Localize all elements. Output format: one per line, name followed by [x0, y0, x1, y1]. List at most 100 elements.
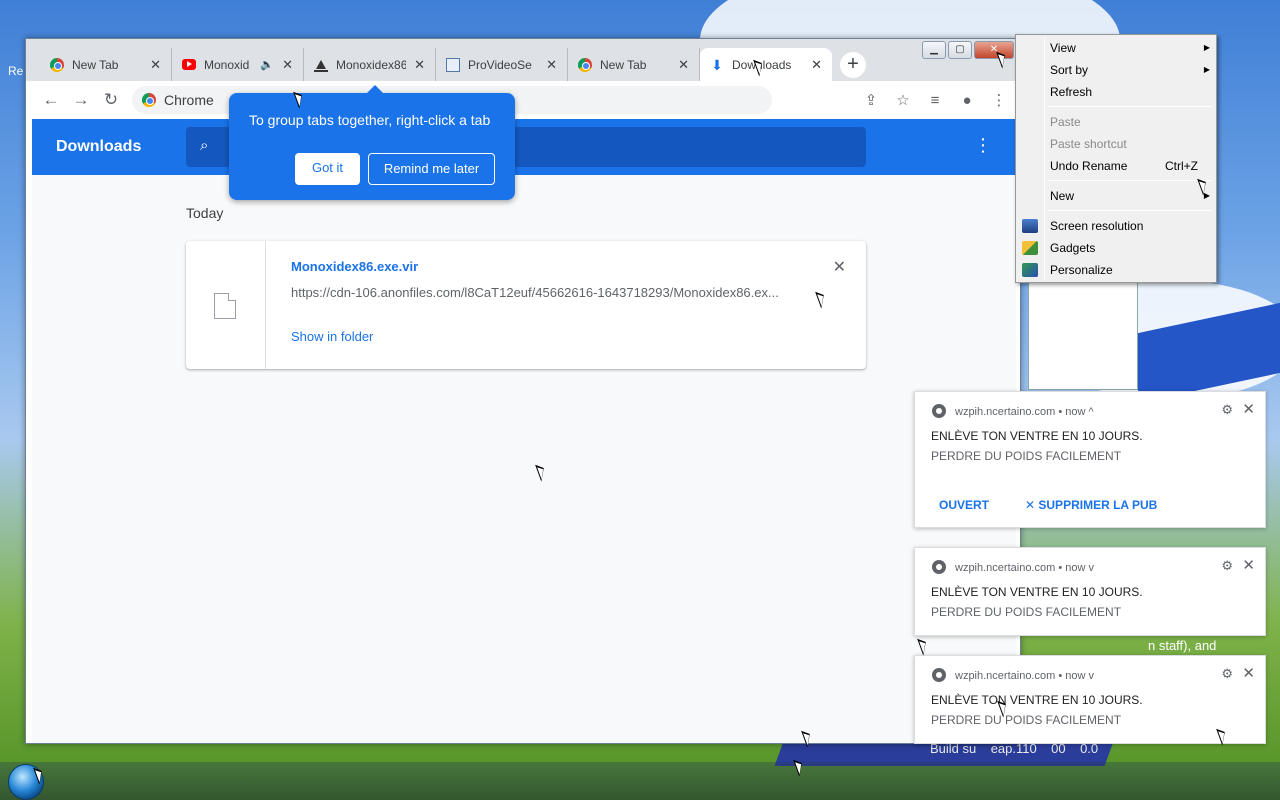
gear-icon[interactable]: ⚙: [1221, 666, 1233, 682]
chrome-icon: [50, 57, 64, 72]
share-icon[interactable]: ⇪: [858, 91, 884, 109]
youtube-icon: [182, 59, 196, 70]
tab-label: New Tab: [72, 57, 119, 72]
action-label: SUPPRIMER LA PUB: [1038, 498, 1158, 512]
notification-time: now: [1065, 562, 1086, 574]
notification-body: PERDRE DU POIDS FACILEMENT: [931, 449, 1122, 463]
taskbar: [0, 762, 1280, 800]
menu-item-view[interactable]: View ▶: [1050, 38, 1210, 58]
download-url: https://cdn-106.anonfiles.com/l8CaT12euf…: [291, 285, 779, 300]
close-tab-icon[interactable]: ✕: [414, 57, 425, 73]
shortcut-label: Ctrl+Z: [1165, 159, 1198, 173]
menu-item-paste[interactable]: Paste: [1050, 112, 1210, 132]
notification-card[interactable]: wzpih.ncertaino.com • now v ⚙ ✕ ENLÈVE T…: [914, 655, 1266, 744]
menu-item-label: Sort by: [1050, 63, 1089, 77]
tab-monoxidex86[interactable]: Monoxidex86 ✕: [304, 48, 436, 81]
origin-text: wzpih.ncertaino.com: [955, 406, 1056, 418]
menu-item-refresh[interactable]: Refresh: [1050, 82, 1210, 102]
gear-icon[interactable]: ⚙: [1221, 558, 1233, 574]
tab-label: Downloads: [732, 57, 792, 72]
notification-origin: wzpih.ncertaino.com • now v: [955, 670, 1094, 682]
notification-card[interactable]: wzpih.ncertaino.com • now v ⚙ ✕ ENLÈVE T…: [914, 547, 1266, 636]
notification-title: ENLÈVE TON VENTRE EN 10 JOURS.: [931, 693, 1143, 707]
notification-time: now: [1065, 406, 1086, 418]
desktop-icon-label[interactable]: Re: [8, 64, 23, 78]
close-tab-icon[interactable]: ✕: [678, 57, 689, 73]
gadgets-icon: [1022, 241, 1038, 255]
new-tab-button[interactable]: +: [840, 52, 866, 78]
personalize-icon: [1022, 263, 1038, 277]
reading-list-icon[interactable]: ≡: [922, 92, 948, 109]
menu-item-label: Refresh: [1050, 85, 1093, 99]
notification-title: ENLÈVE TON VENTRE EN 10 JOURS.: [931, 429, 1143, 443]
back-icon[interactable]: ←: [36, 90, 66, 110]
expand-caret-icon[interactable]: v: [1089, 562, 1095, 574]
close-window-button[interactable]: ✕: [974, 41, 1014, 59]
notification-origin: wzpih.ncertaino.com • now v: [955, 562, 1094, 574]
remove-ad-button[interactable]: ✕ SUPPRIMER LA PUB: [1025, 498, 1157, 512]
close-tab-icon[interactable]: ✕: [546, 57, 557, 73]
profile-icon[interactable]: ●: [954, 92, 980, 109]
notification-origin: wzpih.ncertaino.com • now ^: [955, 406, 1094, 418]
menu-item-sort-by[interactable]: Sort by ▶: [1050, 60, 1210, 80]
tab-monoxid-youtube[interactable]: Monoxid 🔈 ✕: [172, 48, 304, 81]
close-icon: ✕: [1025, 498, 1039, 512]
menu-item-personalize[interactable]: Personalize: [1050, 260, 1210, 280]
title-bar: New Tab ✕ Monoxid 🔈 ✕ Monoxidex86 ✕ ProV…: [26, 39, 1020, 81]
tab-label: New Tab: [600, 57, 647, 72]
close-icon[interactable]: ✕: [1242, 400, 1255, 418]
close-tab-icon[interactable]: ✕: [150, 57, 161, 73]
file-icon: [214, 293, 236, 319]
close-icon[interactable]: ✕: [1242, 664, 1255, 682]
chrome-icon: [578, 57, 592, 72]
tab-downloads[interactable]: ⬇ Downloads ✕: [700, 48, 832, 81]
speaker-icon[interactable]: 🔈: [260, 58, 274, 71]
forward-icon[interactable]: →: [66, 90, 96, 110]
menu-icon[interactable]: ⋮: [986, 91, 1012, 109]
chrome-icon: [932, 560, 946, 574]
menu-item-paste-shortcut[interactable]: Paste shortcut: [1050, 134, 1210, 154]
tab-provideosearch[interactable]: ProVideoSe ✕: [436, 48, 568, 81]
close-tab-icon[interactable]: ✕: [282, 57, 293, 73]
chrome-window: New Tab ✕ Monoxid 🔈 ✕ Monoxidex86 ✕ ProV…: [25, 38, 1021, 744]
remind-later-button[interactable]: Remind me later: [368, 153, 495, 185]
menu-item-undo-rename[interactable]: Undo Rename Ctrl+Z: [1050, 156, 1210, 176]
minimize-button[interactable]: ▁: [922, 41, 946, 59]
file-icon-column: [186, 241, 266, 369]
downloads-header: Downloads ⌕ ⋮: [32, 119, 1016, 175]
reload-icon[interactable]: ↻: [96, 90, 126, 110]
origin-text: wzpih.ncertaino.com: [955, 670, 1056, 682]
menu-item-screen-resolution[interactable]: Screen resolution: [1050, 216, 1210, 236]
downloads-list: Today Monoxidex86.exe.vir https://cdn-10…: [32, 175, 1016, 743]
close-tab-icon[interactable]: ✕: [811, 57, 822, 73]
tab-new-tab-1[interactable]: New Tab ✕: [40, 48, 172, 81]
notification-body: PERDRE DU POIDS FACILEMENT: [931, 713, 1122, 727]
show-in-folder-link[interactable]: Show in folder: [291, 329, 373, 344]
submenu-arrow-icon: ▶: [1203, 43, 1210, 52]
menu-item-gadgets[interactable]: Gadgets: [1050, 238, 1210, 258]
open-action-button[interactable]: OUVERT: [939, 498, 989, 512]
tab-new-tab-2[interactable]: New Tab ✕: [568, 48, 700, 81]
chrome-icon: [932, 404, 946, 418]
desktop-context-menu: View ▶ Sort by ▶ Refresh Paste Paste short…: [1015, 34, 1217, 283]
maximize-button[interactable]: ▢: [948, 41, 972, 59]
download-filename[interactable]: Monoxidex86.exe.vir: [291, 259, 418, 274]
close-icon[interactable]: ✕: [1242, 556, 1255, 574]
menu-item-label: Paste: [1050, 115, 1081, 129]
tip-message: To group tabs together, right-click a ta…: [249, 112, 491, 128]
remove-download-icon[interactable]: ✕: [833, 257, 846, 277]
tab-label: Monoxidex86: [336, 57, 407, 72]
menu-item-label: New: [1050, 189, 1075, 203]
menu-item-label: View: [1050, 41, 1076, 55]
notification-card[interactable]: wzpih.ncertaino.com • now ^ ⚙ ✕ ENLÈVE T…: [914, 391, 1266, 528]
download-item: Monoxidex86.exe.vir https://cdn-106.anon…: [186, 241, 866, 369]
collapse-caret-icon[interactable]: ^: [1089, 406, 1094, 418]
got-it-button[interactable]: Got it: [295, 153, 360, 185]
expand-caret-icon[interactable]: v: [1089, 670, 1095, 682]
gear-icon[interactable]: ⚙: [1221, 402, 1233, 418]
more-options-icon[interactable]: ⋮: [974, 135, 992, 156]
bookmark-star-icon[interactable]: ☆: [890, 91, 916, 109]
submenu-arrow-icon: ▶: [1203, 65, 1210, 74]
menu-item-new[interactable]: New ▶: [1050, 186, 1210, 206]
background-text: n staff), and: [1148, 638, 1217, 653]
